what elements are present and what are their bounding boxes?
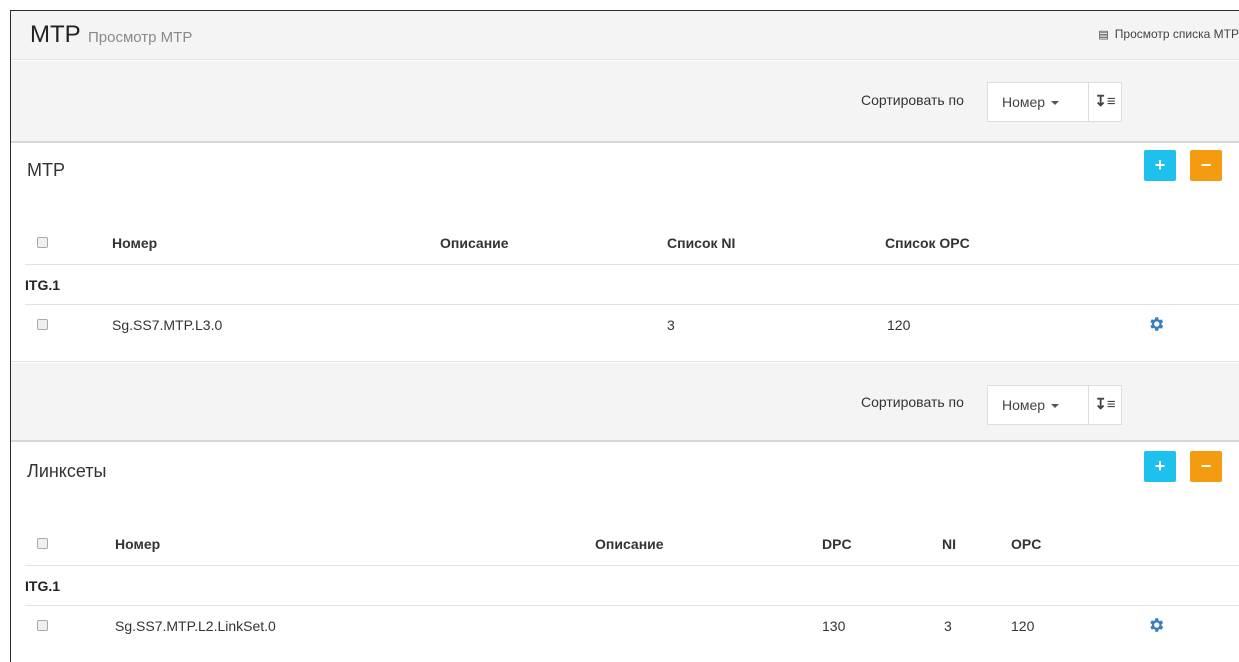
col-description: Описание (440, 235, 509, 251)
col-number: Номер (112, 235, 158, 251)
sort-field-value: Номер (1002, 94, 1046, 110)
select-all-checkbox[interactable] (37, 538, 48, 549)
minus-icon: − (1200, 155, 1212, 175)
caret-down-icon (1051, 101, 1060, 106)
col-description: Описание (595, 536, 664, 552)
table-row: Sg.SS7.MTP.L2.LinkSet.0 130 3 120 (25, 605, 1239, 645)
sort-label: Сортировать по (861, 92, 964, 108)
caret-down-icon (1051, 404, 1060, 409)
row-opc-list: 120 (887, 317, 911, 333)
remove-linkset-button[interactable]: − (1190, 451, 1222, 482)
row-checkbox[interactable] (37, 319, 48, 330)
col-ni-list: Список NI (667, 235, 736, 251)
group-row: ITG.1 (25, 264, 1239, 304)
page-title: МТР (30, 21, 81, 48)
view-list-link[interactable]: ▤ Просмотр списка МТР (1098, 27, 1239, 41)
col-ni: NI (942, 536, 956, 552)
page-subtitle: Просмотр МТР (88, 29, 193, 46)
mtp-table-header: Номер Описание Список NI Список OPC (25, 223, 1239, 263)
linksets-panel: Линксеты + − Номер Описание DPC NI OPC I… (11, 440, 1239, 662)
plus-icon: + (1154, 155, 1166, 175)
sort-direction-button[interactable]: ↧≡ (1088, 82, 1122, 122)
sort-field-value: Номер (1002, 397, 1046, 413)
group-label: ITG.1 (25, 277, 61, 293)
add-mtp-button[interactable]: + (1144, 150, 1176, 181)
sort-field-select[interactable]: Номер (987, 82, 1089, 122)
plus-icon: + (1154, 456, 1166, 476)
group-row: ITG.1 (25, 565, 1239, 605)
mtp-panel: МТР + − Номер Описание Список NI Список … (11, 141, 1239, 362)
row-checkbox[interactable] (37, 620, 48, 631)
row-dpc: 130 (822, 618, 846, 634)
col-opc-list: Список OPC (885, 235, 970, 251)
sort-asc-icon: ↧≡ (1094, 93, 1116, 110)
gear-icon[interactable] (1147, 616, 1165, 634)
table-row: Sg.SS7.MTP.L3.0 3 120 (25, 304, 1239, 344)
col-dpc: DPC (822, 536, 852, 552)
sort-direction-button[interactable]: ↧≡ (1088, 385, 1122, 425)
gear-icon[interactable] (1147, 315, 1165, 333)
linksets-panel-title: Линксеты (27, 461, 107, 481)
list-icon: ▤ (1098, 29, 1109, 41)
mtp-panel-title: МТР (27, 160, 65, 180)
page-frame: МТР Просмотр МТР ▤ Просмотр списка МТР Со… (10, 10, 1239, 662)
sort-bar-linksets: Сортировать по Номер ↧≡ (11, 363, 1239, 443)
sort-label: Сортировать по (861, 394, 964, 410)
linksets-table-header: Номер Описание DPC NI OPC (25, 524, 1239, 564)
page-header: МТР Просмотр МТР ▤ Просмотр списка МТР (11, 11, 1239, 60)
sort-bar-mtp: Сортировать по Номер ↧≡ (11, 61, 1239, 141)
sort-asc-icon: ↧≡ (1094, 396, 1116, 413)
group-label: ITG.1 (25, 578, 61, 594)
row-opc: 120 (1011, 618, 1035, 634)
col-number: Номер (115, 536, 161, 552)
row-number: Sg.SS7.MTP.L3.0 (112, 317, 223, 333)
row-ni-list: 3 (667, 317, 675, 333)
row-number: Sg.SS7.MTP.L2.LinkSet.0 (115, 618, 276, 634)
select-all-checkbox[interactable] (37, 237, 48, 248)
col-opc: OPC (1011, 536, 1042, 552)
sort-field-select[interactable]: Номер (987, 385, 1089, 425)
remove-mtp-button[interactable]: − (1190, 150, 1222, 181)
add-linkset-button[interactable]: + (1144, 451, 1176, 482)
view-list-label: Просмотр списка МТР (1114, 27, 1239, 41)
minus-icon: − (1200, 456, 1212, 476)
row-ni: 3 (944, 618, 952, 634)
